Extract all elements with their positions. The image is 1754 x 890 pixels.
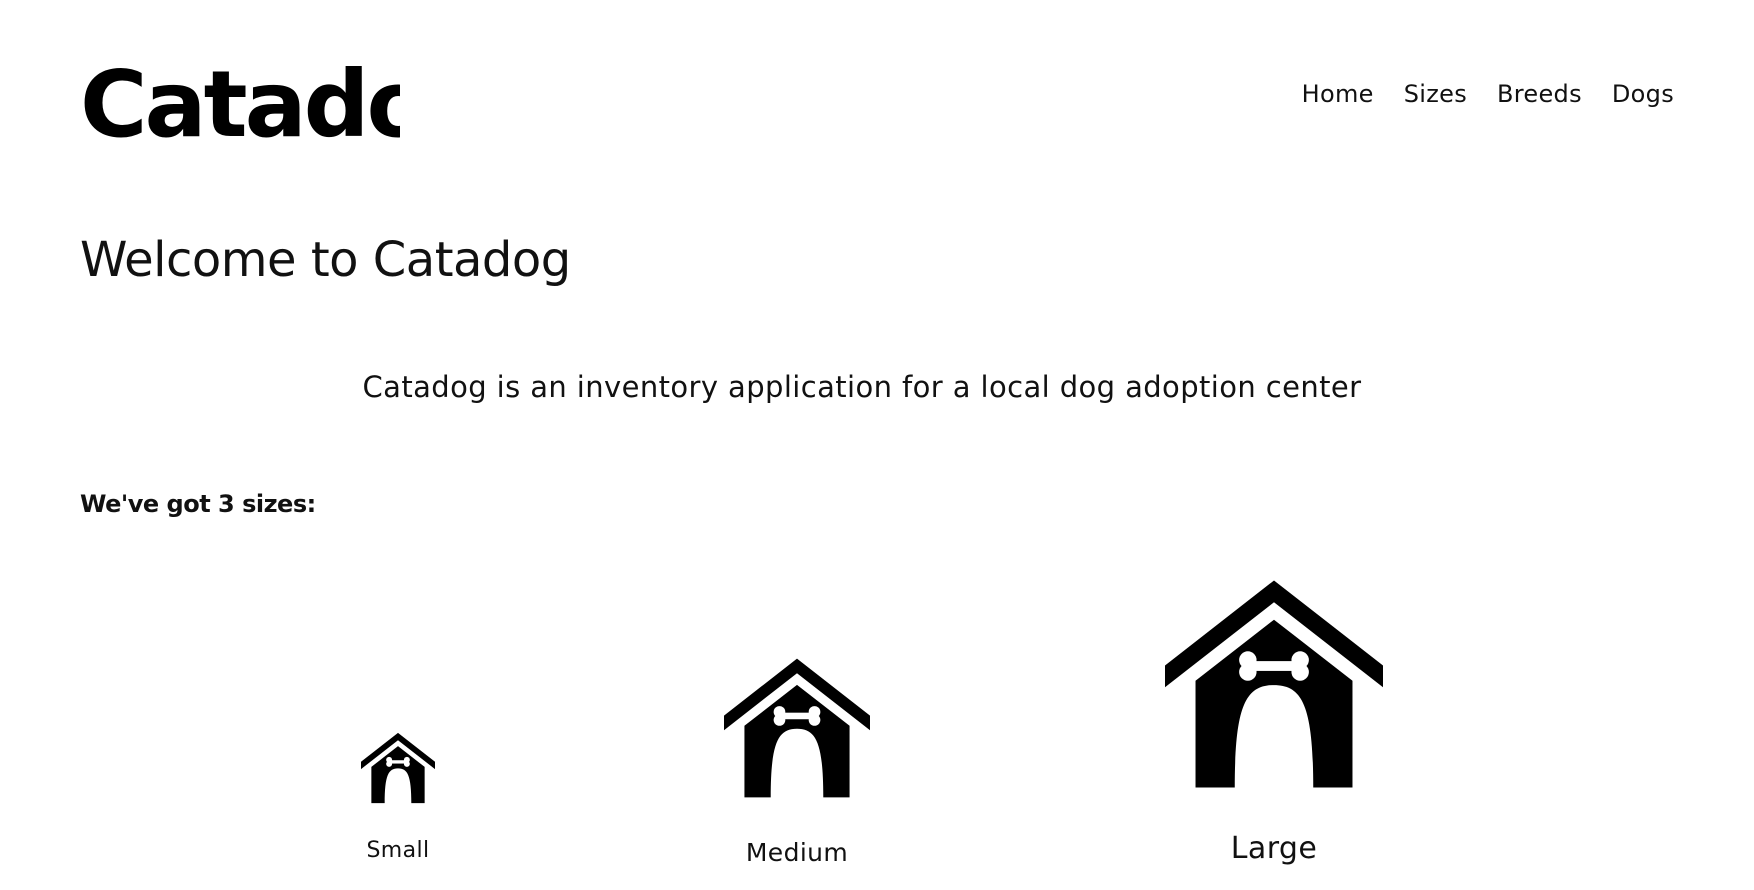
size-label-medium: Medium: [745, 838, 849, 867]
intro-text: Catadog is an inventory application for …: [362, 370, 1362, 404]
doghouse-icon: [724, 658, 870, 798]
doghouse-icon: [361, 732, 435, 804]
logo-text: Catadog: [80, 58, 400, 158]
size-label-small: Small: [366, 838, 430, 863]
doghouse-icon: [1165, 580, 1383, 788]
main-nav: Home Sizes Breeds Dogs: [1302, 80, 1674, 108]
page-title: Welcome to Catadog: [80, 232, 571, 288]
size-card-medium[interactable]: Medium: [717, 656, 877, 867]
site-logo[interactable]: Catadog: [80, 58, 400, 168]
nav-breeds-link[interactable]: Breeds: [1497, 80, 1582, 108]
nav-home-link[interactable]: Home: [1302, 80, 1374, 108]
nav-dogs-link[interactable]: Dogs: [1612, 80, 1674, 108]
size-card-large[interactable]: Large: [1160, 575, 1388, 866]
size-card-small[interactable]: Small: [348, 732, 448, 863]
size-label-large: Large: [1230, 831, 1318, 866]
sizes-heading: We've got 3 sizes:: [80, 490, 316, 518]
catadog-logo-icon: Catadog: [80, 58, 400, 158]
nav-sizes-link[interactable]: Sizes: [1404, 80, 1467, 108]
